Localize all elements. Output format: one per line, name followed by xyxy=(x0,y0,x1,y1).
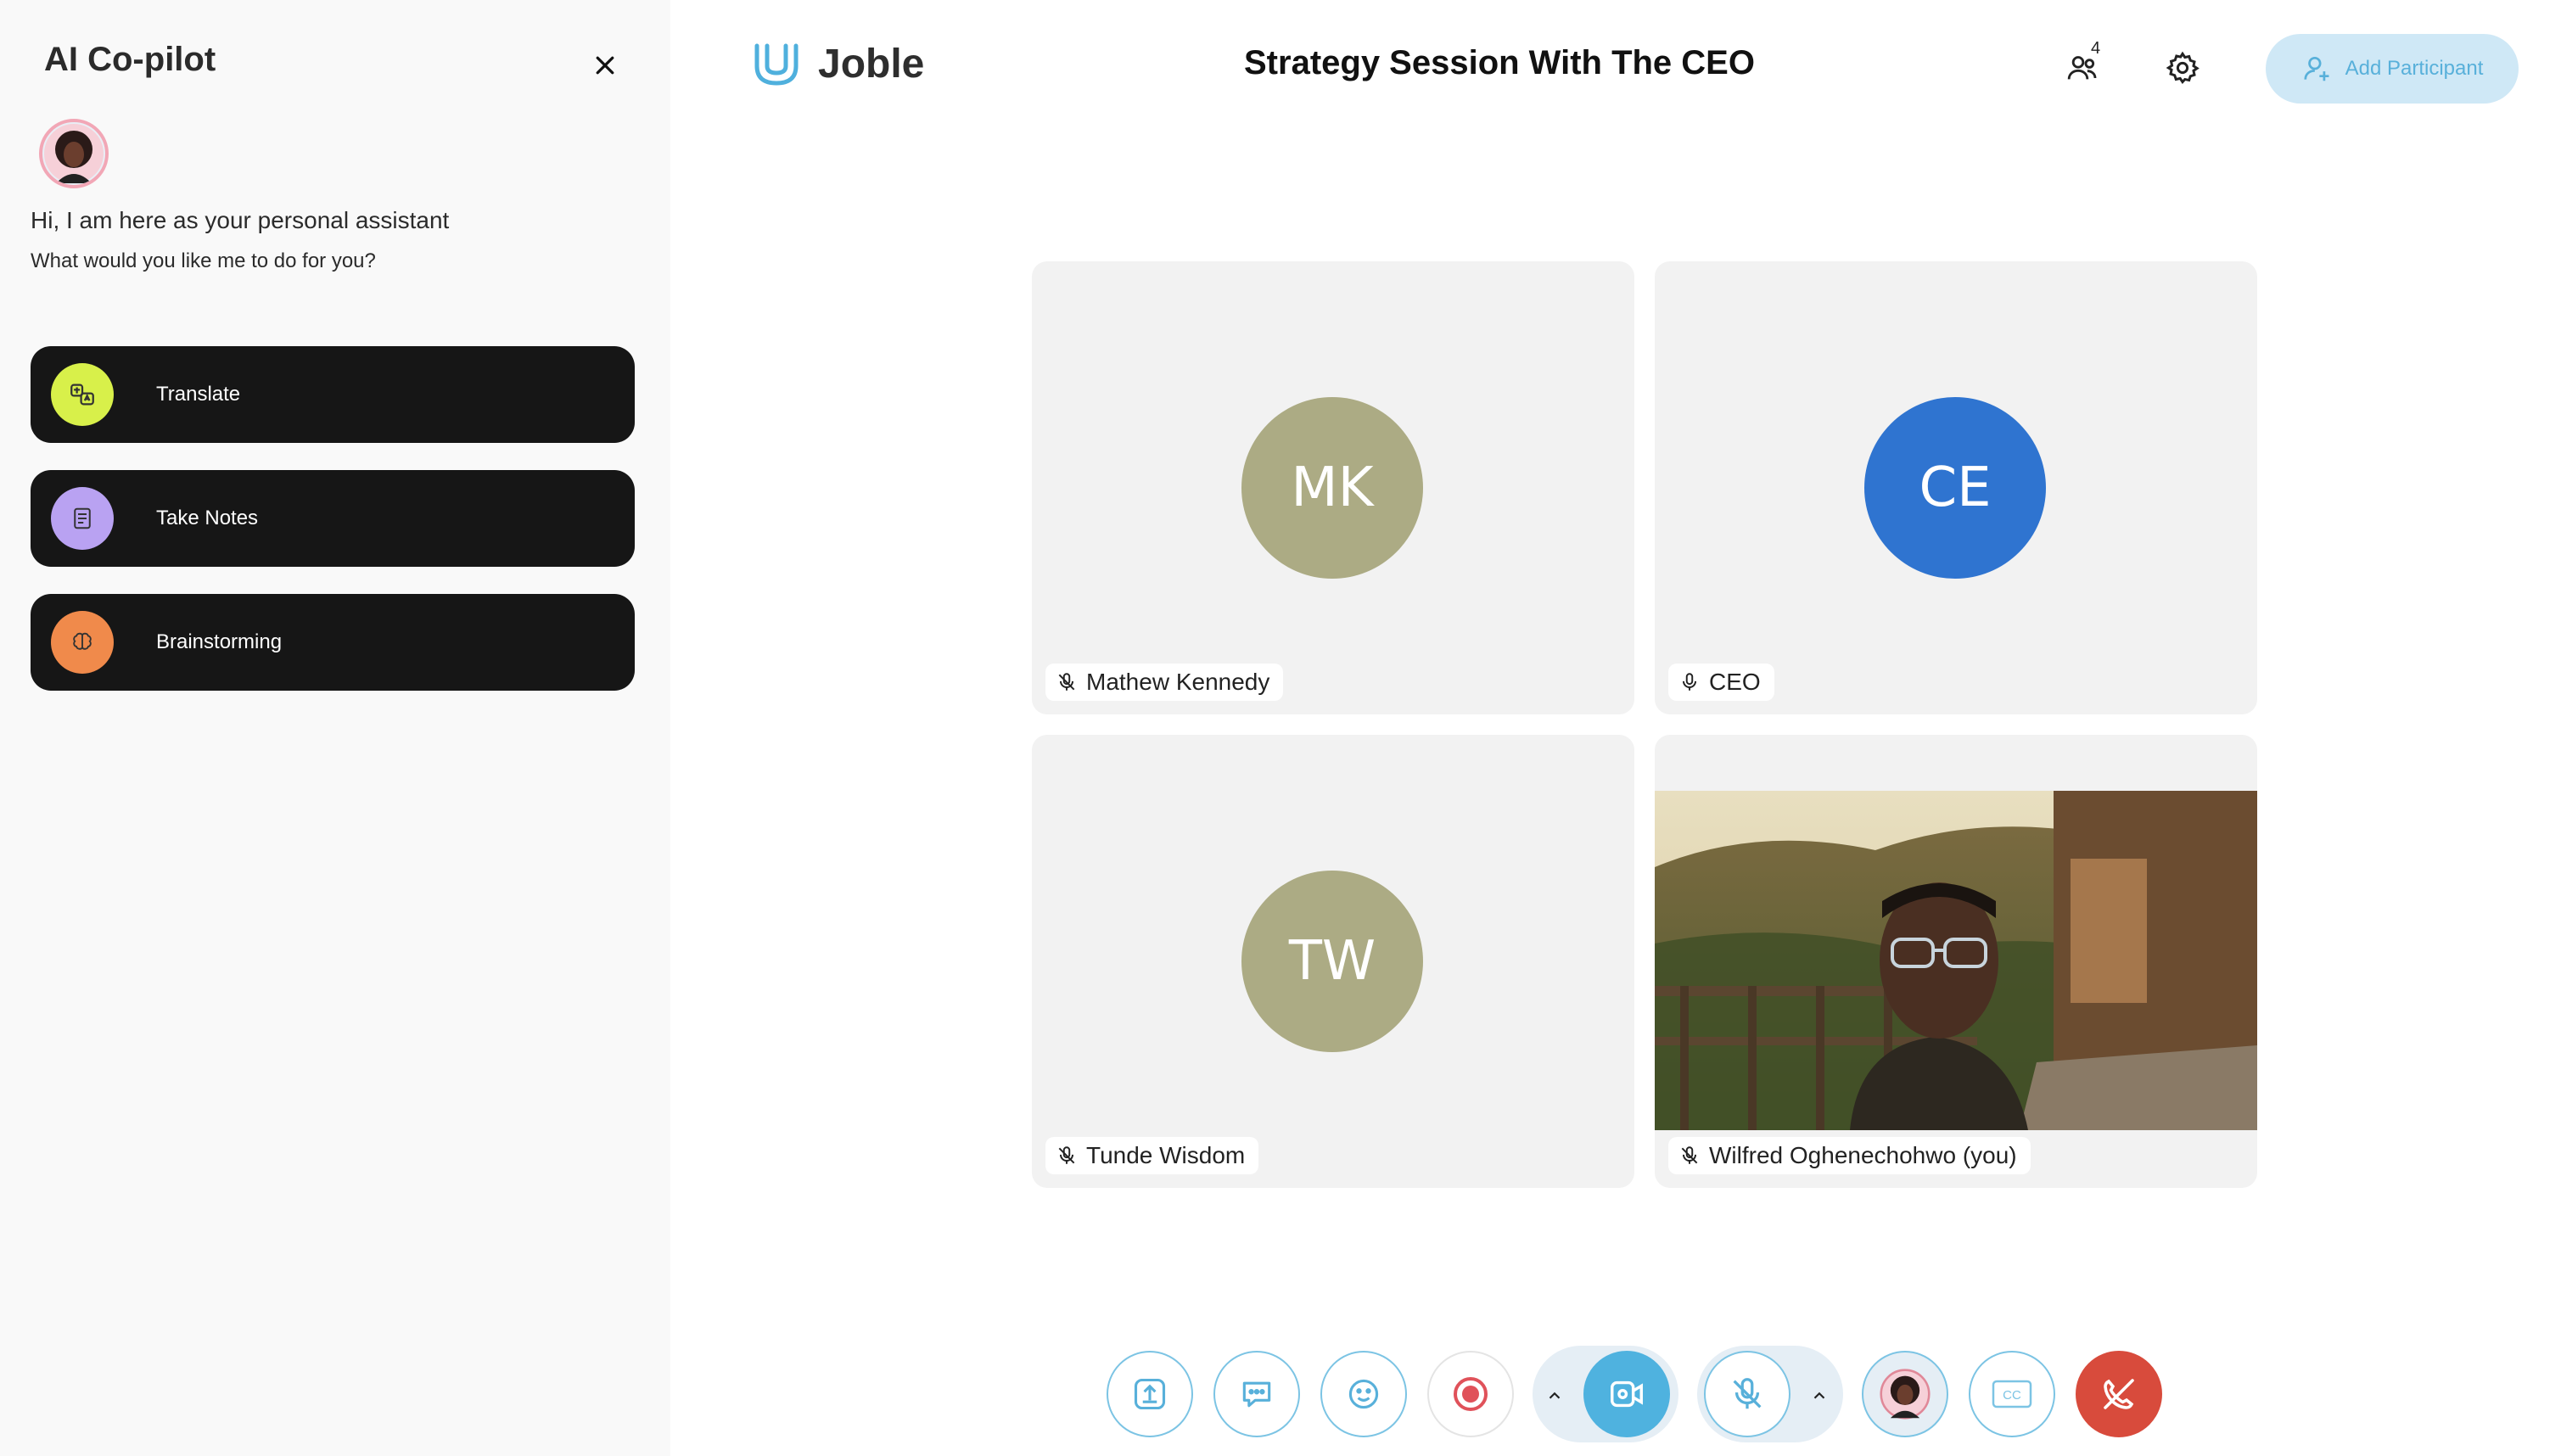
participant-initials-avatar: TW xyxy=(1241,871,1423,1052)
end-call-button[interactable] xyxy=(2076,1351,2162,1437)
chat-button[interactable] xyxy=(1213,1351,1300,1437)
participant-count-badge: 4 xyxy=(2091,39,2101,58)
record-icon xyxy=(1454,1377,1488,1411)
share-screen-icon xyxy=(1134,1378,1166,1410)
translate-action-button[interactable]: Translate xyxy=(31,346,635,443)
assistant-avatar xyxy=(39,119,109,188)
gear-icon xyxy=(2166,51,2200,85)
participant-tile[interactable]: CE CEO xyxy=(1655,261,2257,714)
microphone-button[interactable] xyxy=(1704,1351,1790,1437)
add-user-icon xyxy=(2304,56,2329,81)
camera-icon xyxy=(1611,1380,1643,1408)
brain-icon xyxy=(51,611,114,674)
app-name: Joble xyxy=(818,41,925,87)
share-screen-button[interactable] xyxy=(1107,1351,1193,1437)
chevron-up-icon xyxy=(1813,1392,1825,1399)
app-logo[interactable]: Joble xyxy=(750,37,924,90)
meeting-title: Strategy Session With The CEO xyxy=(1244,44,1755,81)
captions-button[interactable]: CC xyxy=(1969,1351,2055,1437)
participant-tile[interactable]: MK Mathew Kennedy xyxy=(1032,261,1634,714)
joble-logo-icon xyxy=(754,43,799,86)
participant-name: Tunde Wisdom xyxy=(1086,1142,1246,1168)
take-notes-label: Take Notes xyxy=(156,507,259,529)
participant-name: Wilfred Oghenechohwo (you) xyxy=(1709,1142,2017,1168)
mic-muted-icon xyxy=(1681,1146,1698,1164)
settings-button[interactable] xyxy=(2157,42,2208,93)
take-notes-action-button[interactable]: Take Notes xyxy=(31,470,635,567)
mic-muted-icon xyxy=(1058,673,1075,691)
captions-label: CC xyxy=(2003,1388,2021,1403)
assistant-greeting: Hi, I am here as your personal assistant xyxy=(31,207,450,233)
assistant-face-icon xyxy=(44,124,104,183)
reactions-button[interactable] xyxy=(1320,1351,1407,1437)
participant-initials-avatar: MK xyxy=(1241,397,1423,579)
participant-name-tag: Mathew Kennedy xyxy=(1045,664,1284,701)
assistant-prompt: What would you like me to do for you? xyxy=(31,249,376,272)
brainstorming-label: Brainstorming xyxy=(156,630,283,653)
brainstorming-action-button[interactable]: Brainstorming xyxy=(31,594,635,691)
close-icon xyxy=(596,56,614,75)
end-call-icon xyxy=(2104,1379,2134,1409)
camera-options-toggle[interactable] xyxy=(1538,1379,1572,1413)
ai-avatar-icon xyxy=(1880,1369,1931,1420)
record-button[interactable] xyxy=(1427,1351,1514,1437)
self-video-feed xyxy=(1655,791,2257,1130)
sidebar-title: AI Co-pilot xyxy=(44,41,216,78)
participant-name-tag: CEO xyxy=(1668,664,1774,701)
mic-muted-icon xyxy=(1733,1378,1762,1409)
participant-name: Mathew Kennedy xyxy=(1086,669,1270,695)
translate-icon xyxy=(51,363,114,426)
emoji-icon xyxy=(1348,1379,1379,1409)
close-sidebar-button[interactable] xyxy=(584,44,626,87)
mic-options-toggle[interactable] xyxy=(1802,1379,1836,1413)
ai-copilot-button[interactable] xyxy=(1862,1351,1948,1437)
mic-icon xyxy=(1682,673,1697,691)
mic-muted-icon xyxy=(1058,1146,1075,1164)
participant-name-tag: Wilfred Oghenechohwo (you) xyxy=(1668,1137,2031,1174)
participant-name: CEO xyxy=(1709,669,1761,695)
translate-label: Translate xyxy=(156,383,241,406)
notes-icon xyxy=(51,487,114,550)
participant-initials-avatar: CE xyxy=(1864,397,2046,579)
camera-button[interactable] xyxy=(1583,1351,1670,1437)
chat-icon xyxy=(1242,1381,1271,1408)
add-participant-label: Add Participant xyxy=(2345,57,2484,80)
add-participant-button[interactable]: Add Participant xyxy=(2266,34,2519,104)
captions-icon: CC xyxy=(1992,1380,2032,1408)
participant-name-tag: Tunde Wisdom xyxy=(1045,1137,1259,1174)
chevron-up-icon xyxy=(1549,1392,1561,1399)
ai-copilot-sidebar: AI Co-pilot Hi, I am here as your person… xyxy=(0,0,670,1456)
participant-tile[interactable]: TW Tunde Wisdom xyxy=(1032,735,1634,1188)
meeting-app: AI Co-pilot Hi, I am here as your person… xyxy=(0,0,2561,1456)
participant-tile-self[interactable]: Wilfred Oghenechohwo (you) xyxy=(1655,735,2257,1188)
